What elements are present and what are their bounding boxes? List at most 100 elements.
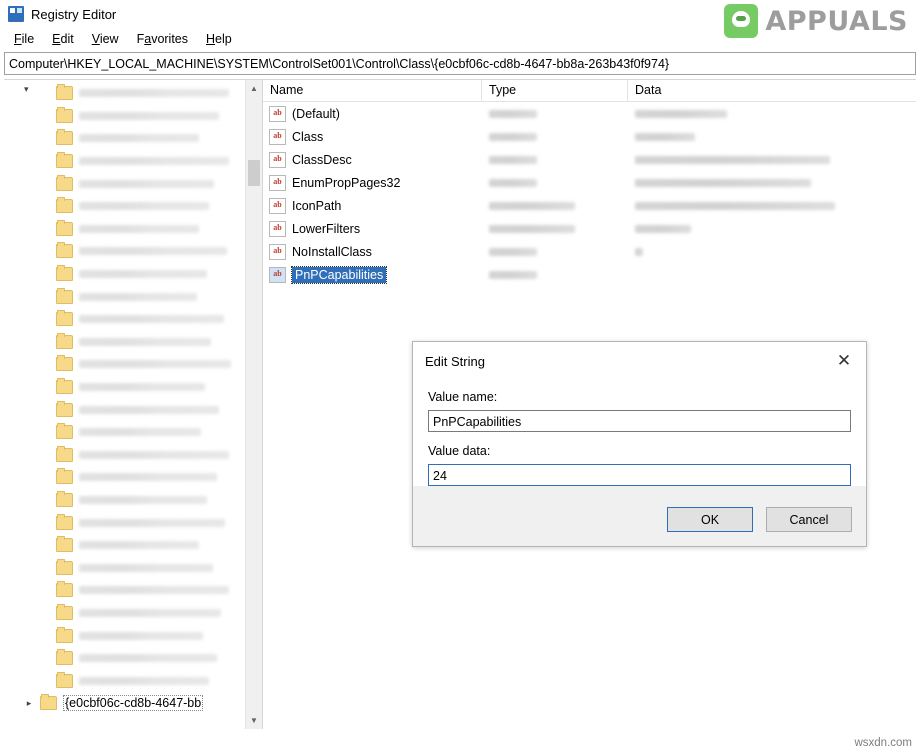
tree-scroll-down-arrow[interactable]: ▼: [246, 712, 262, 729]
value-data-input[interactable]: 24: [428, 464, 851, 486]
tree-item-label: [79, 224, 199, 233]
menu-edit[interactable]: Edit: [44, 30, 82, 48]
tree-item[interactable]: [4, 511, 246, 534]
ok-button[interactable]: OK: [667, 507, 753, 532]
folder-icon: [56, 626, 73, 643]
tree-item[interactable]: [4, 602, 246, 625]
tree-item[interactable]: [4, 444, 246, 467]
folder-icon: [56, 219, 73, 236]
column-header-name[interactable]: Name: [263, 80, 482, 101]
value-data-text: [635, 178, 811, 187]
table-row[interactable]: ab EnumPropPages32: [263, 171, 916, 194]
tree-scroll-thumb[interactable]: [248, 160, 260, 186]
table-row[interactable]: ab Class: [263, 125, 916, 148]
value-type-text: [489, 178, 537, 187]
tree-item-label: [79, 157, 229, 166]
tree-scrollbar[interactable]: ▲ ▼: [245, 80, 262, 729]
tree-item[interactable]: [4, 150, 246, 173]
tree-item-label: [79, 383, 205, 392]
tree-item[interactable]: [4, 195, 246, 218]
folder-icon: [56, 445, 73, 462]
tree-scroll-up-arrow[interactable]: ▲: [246, 80, 262, 97]
tree-item[interactable]: [4, 489, 246, 512]
menu-file[interactable]: File: [6, 30, 42, 48]
tree-item[interactable]: [4, 669, 246, 692]
table-row[interactable]: ab PnPCapabilities: [263, 263, 916, 286]
tree-item-label: [79, 428, 201, 437]
tree-item[interactable]: [4, 421, 246, 444]
tree-item[interactable]: [4, 398, 246, 421]
dialog-title-text: Edit String: [425, 353, 485, 369]
cancel-button[interactable]: Cancel: [766, 507, 852, 532]
string-value-icon: ab: [269, 197, 286, 214]
tree-item[interactable]: [4, 172, 246, 195]
tree-item[interactable]: [4, 534, 246, 557]
tree-item[interactable]: [4, 285, 246, 308]
tree-item-label: [79, 563, 213, 572]
tree-item[interactable]: [4, 127, 246, 150]
string-value-icon: ab: [269, 128, 286, 145]
folder-icon: [56, 468, 73, 485]
string-value-icon: ab: [269, 105, 286, 122]
tree-item-label: [79, 360, 231, 369]
value-type-cell: [482, 247, 628, 256]
tree-item-label: [79, 654, 217, 663]
column-header-data[interactable]: Data: [628, 80, 916, 101]
address-bar[interactable]: Computer\HKEY_LOCAL_MACHINE\SYSTEM\Contr…: [4, 52, 916, 75]
string-value-icon: ab: [269, 174, 286, 191]
folder-icon: [56, 536, 73, 553]
menu-help[interactable]: Help: [198, 30, 240, 48]
tree-item[interactable]: [4, 82, 246, 105]
tree-item[interactable]: [4, 466, 246, 489]
edit-string-dialog: Edit String ✕ Value name: PnPCapabilitie…: [412, 341, 867, 547]
table-row[interactable]: ab ClassDesc: [263, 148, 916, 171]
tree-item[interactable]: [4, 624, 246, 647]
dialog-title-bar: Edit String ✕: [413, 342, 866, 380]
tree-item[interactable]: [4, 105, 246, 128]
menu-favorites[interactable]: Favorites: [129, 30, 196, 48]
folder-icon: [56, 129, 73, 146]
value-data-cell: [628, 155, 916, 164]
table-row[interactable]: ab NoInstallClass: [263, 240, 916, 263]
registry-tree-pane[interactable]: ▸ {e0cbf06c-cd8b-4647-bb ▲ ▼ ▾: [4, 80, 263, 729]
column-header-type[interactable]: Type: [482, 80, 628, 101]
chevron-down-icon[interactable]: ▾: [24, 84, 29, 95]
folder-icon: [56, 513, 73, 530]
table-row[interactable]: ab (Default): [263, 102, 916, 125]
tree-item-selected[interactable]: ▸ {e0cbf06c-cd8b-4647-bb: [4, 692, 246, 715]
folder-icon: [56, 558, 73, 575]
tree-item-selected-label: {e0cbf06c-cd8b-4647-bb: [63, 695, 204, 712]
folder-icon: [56, 287, 73, 304]
value-type-cell: [482, 109, 628, 118]
tree-item[interactable]: [4, 240, 246, 263]
value-type-text: [489, 155, 537, 164]
tree-item-label: [79, 676, 209, 685]
value-data-text: [635, 201, 835, 210]
string-value-icon: ab: [269, 151, 286, 168]
folder-icon: [56, 310, 73, 327]
appuals-watermark-text: APPUALS: [765, 5, 908, 37]
tree-item[interactable]: [4, 218, 246, 241]
chevron-right-icon[interactable]: ▸: [24, 698, 34, 709]
folder-icon: [56, 106, 73, 123]
value-name-cell: ab Class: [263, 128, 482, 145]
table-row[interactable]: ab IconPath: [263, 194, 916, 217]
value-data-cell: [628, 224, 916, 233]
tree-item[interactable]: [4, 331, 246, 354]
value-type-cell: [482, 201, 628, 210]
close-icon[interactable]: ✕: [822, 342, 866, 380]
value-name-cell: ab NoInstallClass: [263, 243, 482, 260]
tree-item[interactable]: [4, 647, 246, 670]
tree-item[interactable]: [4, 263, 246, 286]
tree-item[interactable]: [4, 556, 246, 579]
tree-item[interactable]: [4, 353, 246, 376]
value-name-label: Value name:: [428, 390, 498, 404]
tree-item[interactable]: [4, 376, 246, 399]
tree-item[interactable]: [4, 308, 246, 331]
value-name-input[interactable]: PnPCapabilities: [428, 410, 851, 432]
tree-item-label: [79, 541, 199, 550]
table-row[interactable]: ab LowerFilters: [263, 217, 916, 240]
tree-item[interactable]: [4, 579, 246, 602]
folder-icon: [56, 265, 73, 282]
menu-view[interactable]: View: [84, 30, 127, 48]
